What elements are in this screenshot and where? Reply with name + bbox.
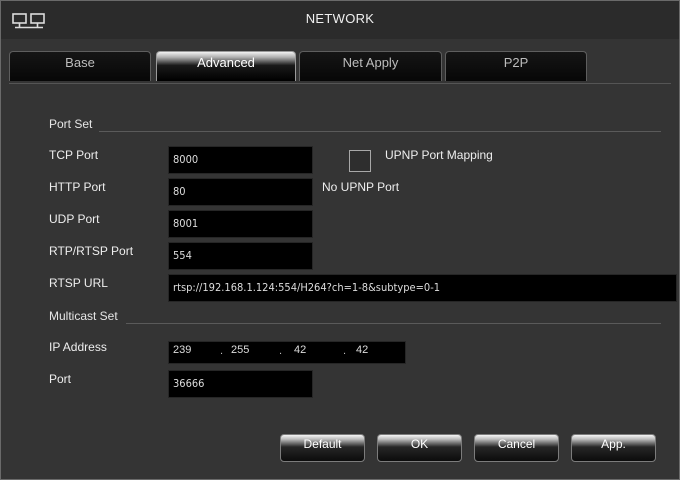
multicast-set-heading: Multicast Set [49, 309, 118, 323]
udp-port-label: UDP Port [49, 212, 100, 226]
tcp-port-label: TCP Port [49, 148, 99, 162]
window-title: NETWORK [305, 11, 375, 26]
rtsp-url-field[interactable]: rtsp://192.168.1.124:554/H264?ch=1-8&sub… [168, 274, 677, 302]
tab-advanced[interactable]: Advanced [156, 51, 296, 81]
ip-octet-4[interactable]: 42 [356, 342, 368, 358]
default-button[interactable]: Default [280, 434, 365, 462]
tab-p2p[interactable]: P2P [445, 51, 587, 81]
ip-octet-1[interactable]: 239 [173, 342, 191, 358]
title-bar: NETWORK [1, 1, 679, 39]
tab-divider [9, 83, 671, 84]
rtsp-url-label: RTSP URL [49, 276, 108, 290]
upnp-port-mapping-checkbox[interactable] [349, 150, 371, 172]
tab-net-apply[interactable]: Net Apply [299, 51, 442, 81]
upnp-port-mapping-label: UPNP Port Mapping [385, 148, 493, 162]
http-port-input[interactable]: 80 [168, 178, 313, 206]
cancel-button[interactable]: Cancel [474, 434, 559, 462]
ip-address-input[interactable]: 239 . 255 . 42 . 42 [168, 341, 406, 364]
ip-separator: . [343, 345, 347, 357]
ip-separator: . [220, 345, 224, 357]
multicast-set-divider [126, 323, 661, 324]
rtp-rtsp-port-input[interactable]: 554 [168, 242, 313, 270]
apply-button[interactable]: App. [571, 434, 656, 462]
ip-octet-2[interactable]: 255 [231, 342, 249, 358]
udp-port-input[interactable]: 8001 [168, 210, 313, 238]
http-port-label: HTTP Port [49, 180, 106, 194]
port-set-divider [99, 131, 661, 132]
ip-octet-3[interactable]: 42 [294, 342, 306, 358]
ok-button[interactable]: OK [377, 434, 462, 462]
rtp-rtsp-port-label: RTP/RTSP Port [49, 244, 134, 258]
tcp-port-input[interactable]: 8000 [168, 146, 313, 174]
multicast-port-label: Port [49, 372, 72, 386]
port-set-heading: Port Set [49, 117, 93, 131]
ip-separator: . [279, 345, 283, 357]
multicast-port-input[interactable]: 36666 [168, 370, 313, 398]
upnp-status-text: No UPNP Port [322, 180, 400, 194]
ip-address-label: IP Address [49, 340, 107, 354]
network-window: NETWORK Base Advanced Net Apply P2P Port… [0, 0, 680, 480]
tab-base[interactable]: Base [9, 51, 151, 81]
